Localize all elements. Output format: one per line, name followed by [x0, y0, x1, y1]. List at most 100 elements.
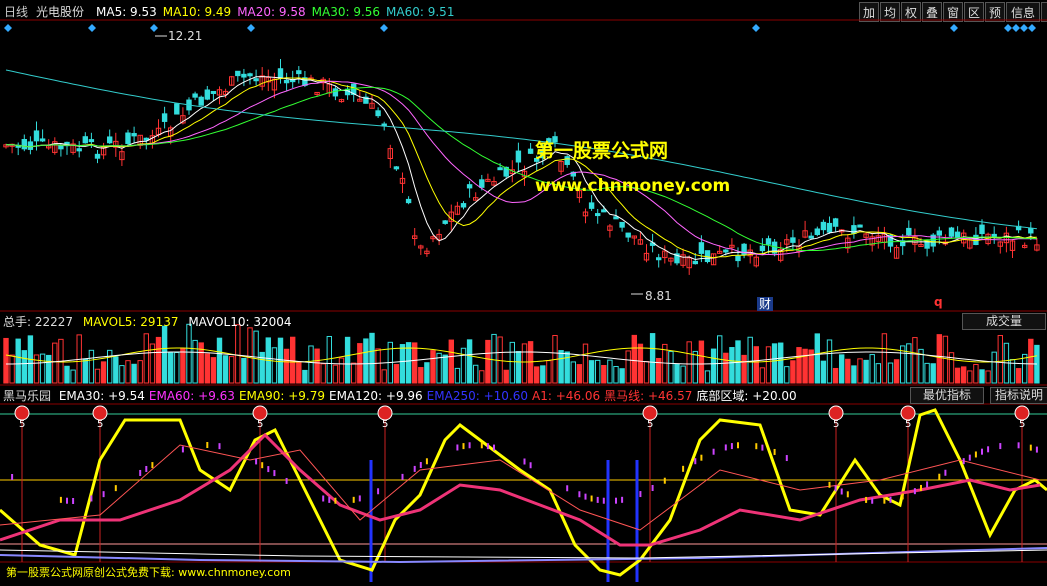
- volume-bar: [454, 367, 461, 384]
- volume-bar: [570, 361, 576, 384]
- candle-body: [515, 150, 522, 163]
- volume-bar: [912, 337, 918, 384]
- volume-bar: [680, 365, 686, 384]
- volume-bar: [125, 360, 131, 384]
- event-diamond-icon: [88, 24, 96, 32]
- volume-bar: [753, 346, 759, 384]
- volume-bar: [33, 354, 40, 384]
- volume-bar: [186, 323, 192, 384]
- volume-bar: [296, 361, 302, 384]
- volume-bar: [839, 354, 845, 384]
- volume-bar: [906, 343, 912, 384]
- candle-body: [619, 221, 625, 228]
- volume-bar: [869, 354, 875, 384]
- volume-bar: [625, 350, 631, 384]
- volume-bar: [710, 348, 717, 384]
- volume-bar: [704, 370, 711, 384]
- volume-bar: [875, 363, 881, 384]
- volume-bar: [582, 343, 589, 384]
- indicator-legend: 黑马乐园 EMA30: +9.54 EMA60: +9.63 EMA90: +9.7…: [3, 389, 797, 403]
- volume-bar: [820, 360, 827, 384]
- candle-body: [808, 235, 814, 239]
- candle-body: [125, 132, 131, 144]
- volume-bar: [778, 342, 784, 384]
- volume-bar: [893, 359, 900, 384]
- signal-number: 5: [833, 419, 839, 430]
- volume-bar: [491, 333, 497, 384]
- volume-bar: [174, 352, 180, 384]
- indicator-explain-button[interactable]: 指标说明: [990, 387, 1047, 404]
- candle-body: [820, 221, 827, 231]
- candle-body: [405, 198, 412, 204]
- volume-bar: [82, 358, 88, 384]
- volume-bar: [113, 356, 119, 384]
- kline-chart-canvas[interactable]: 5 5 5 5 5 5 5 5: [0, 0, 1047, 586]
- candle-body: [954, 231, 961, 238]
- optimal-indicator-button[interactable]: 最优指标: [910, 387, 984, 404]
- candle-body: [692, 260, 698, 265]
- candle-body: [625, 232, 631, 238]
- volume-bar: [235, 324, 241, 384]
- volume-bar: [759, 367, 766, 384]
- volume-bar: [643, 361, 650, 384]
- signal-number: 5: [647, 419, 653, 430]
- volume-bar: [375, 348, 381, 384]
- mavol10-label: MAVOL10:: [188, 315, 254, 329]
- candle-body: [107, 136, 113, 144]
- volume-bar: [729, 347, 735, 384]
- volume-bar: [344, 336, 351, 384]
- volume-bar: [314, 348, 320, 384]
- volume-bar: [131, 363, 137, 384]
- candle-body: [161, 113, 168, 122]
- event-diamond-icon: [150, 24, 158, 32]
- volume-bar: [649, 333, 656, 384]
- volume-indicator-dropdown[interactable]: 成交量: [962, 313, 1046, 330]
- volume-bar: [473, 364, 479, 384]
- volume-bar: [338, 357, 345, 384]
- watermark-title: 第一股票公式网: [535, 140, 669, 162]
- candle-body: [613, 216, 619, 220]
- signal-marker-icon: [1014, 405, 1030, 421]
- volume-bar: [21, 350, 28, 384]
- volume-bar: [479, 370, 485, 384]
- volume-bar: [308, 345, 314, 384]
- event-diamond-icon: [1020, 24, 1028, 32]
- candle-body: [765, 238, 772, 245]
- indicator-legend-item: EMA30: +9.54: [58, 389, 145, 403]
- volume-bar: [857, 358, 863, 384]
- finance-badge[interactable]: 财: [757, 297, 774, 311]
- volume-bar: [418, 367, 424, 384]
- volume-bar: [204, 353, 211, 384]
- volume-bar: [137, 360, 143, 384]
- volume-bar: [771, 343, 778, 384]
- indicator-legend-item: A1: +46.06: [532, 389, 601, 403]
- volume-bar: [357, 343, 363, 384]
- heima-line: [0, 432, 1041, 547]
- volume-bar: [509, 341, 516, 384]
- candle-body: [393, 166, 400, 170]
- volume-bar: [290, 336, 296, 384]
- indicator-legend-item: EMA90: +9.79: [238, 389, 325, 403]
- volume-bar: [558, 350, 564, 384]
- signal-marker-icon: [377, 405, 393, 421]
- volume-bar: [741, 354, 747, 384]
- indicator-legend-item: EMA120: +9.96: [328, 389, 423, 403]
- volume-bar: [192, 339, 198, 384]
- event-diamond-icon: [950, 24, 958, 32]
- signal-number: 5: [382, 419, 388, 430]
- candle-body: [204, 89, 211, 100]
- candle-body: [283, 79, 290, 84]
- volume-bar: [64, 365, 70, 384]
- candle-body: [33, 130, 40, 142]
- high-price-marker: 12.21: [168, 29, 203, 43]
- candle-body: [497, 167, 503, 171]
- ma10-line: [5, 77, 1037, 259]
- candle-body: [82, 136, 88, 144]
- indicator-legend-item: 底部区域: +20.00: [696, 389, 797, 403]
- volume-bar: [369, 332, 375, 384]
- volume-bar: [485, 339, 491, 384]
- optimal-indicator-label: 最优指标: [922, 388, 971, 402]
- candle-body: [601, 209, 607, 213]
- candle-body: [936, 230, 942, 236]
- ma20-line: [5, 80, 1037, 256]
